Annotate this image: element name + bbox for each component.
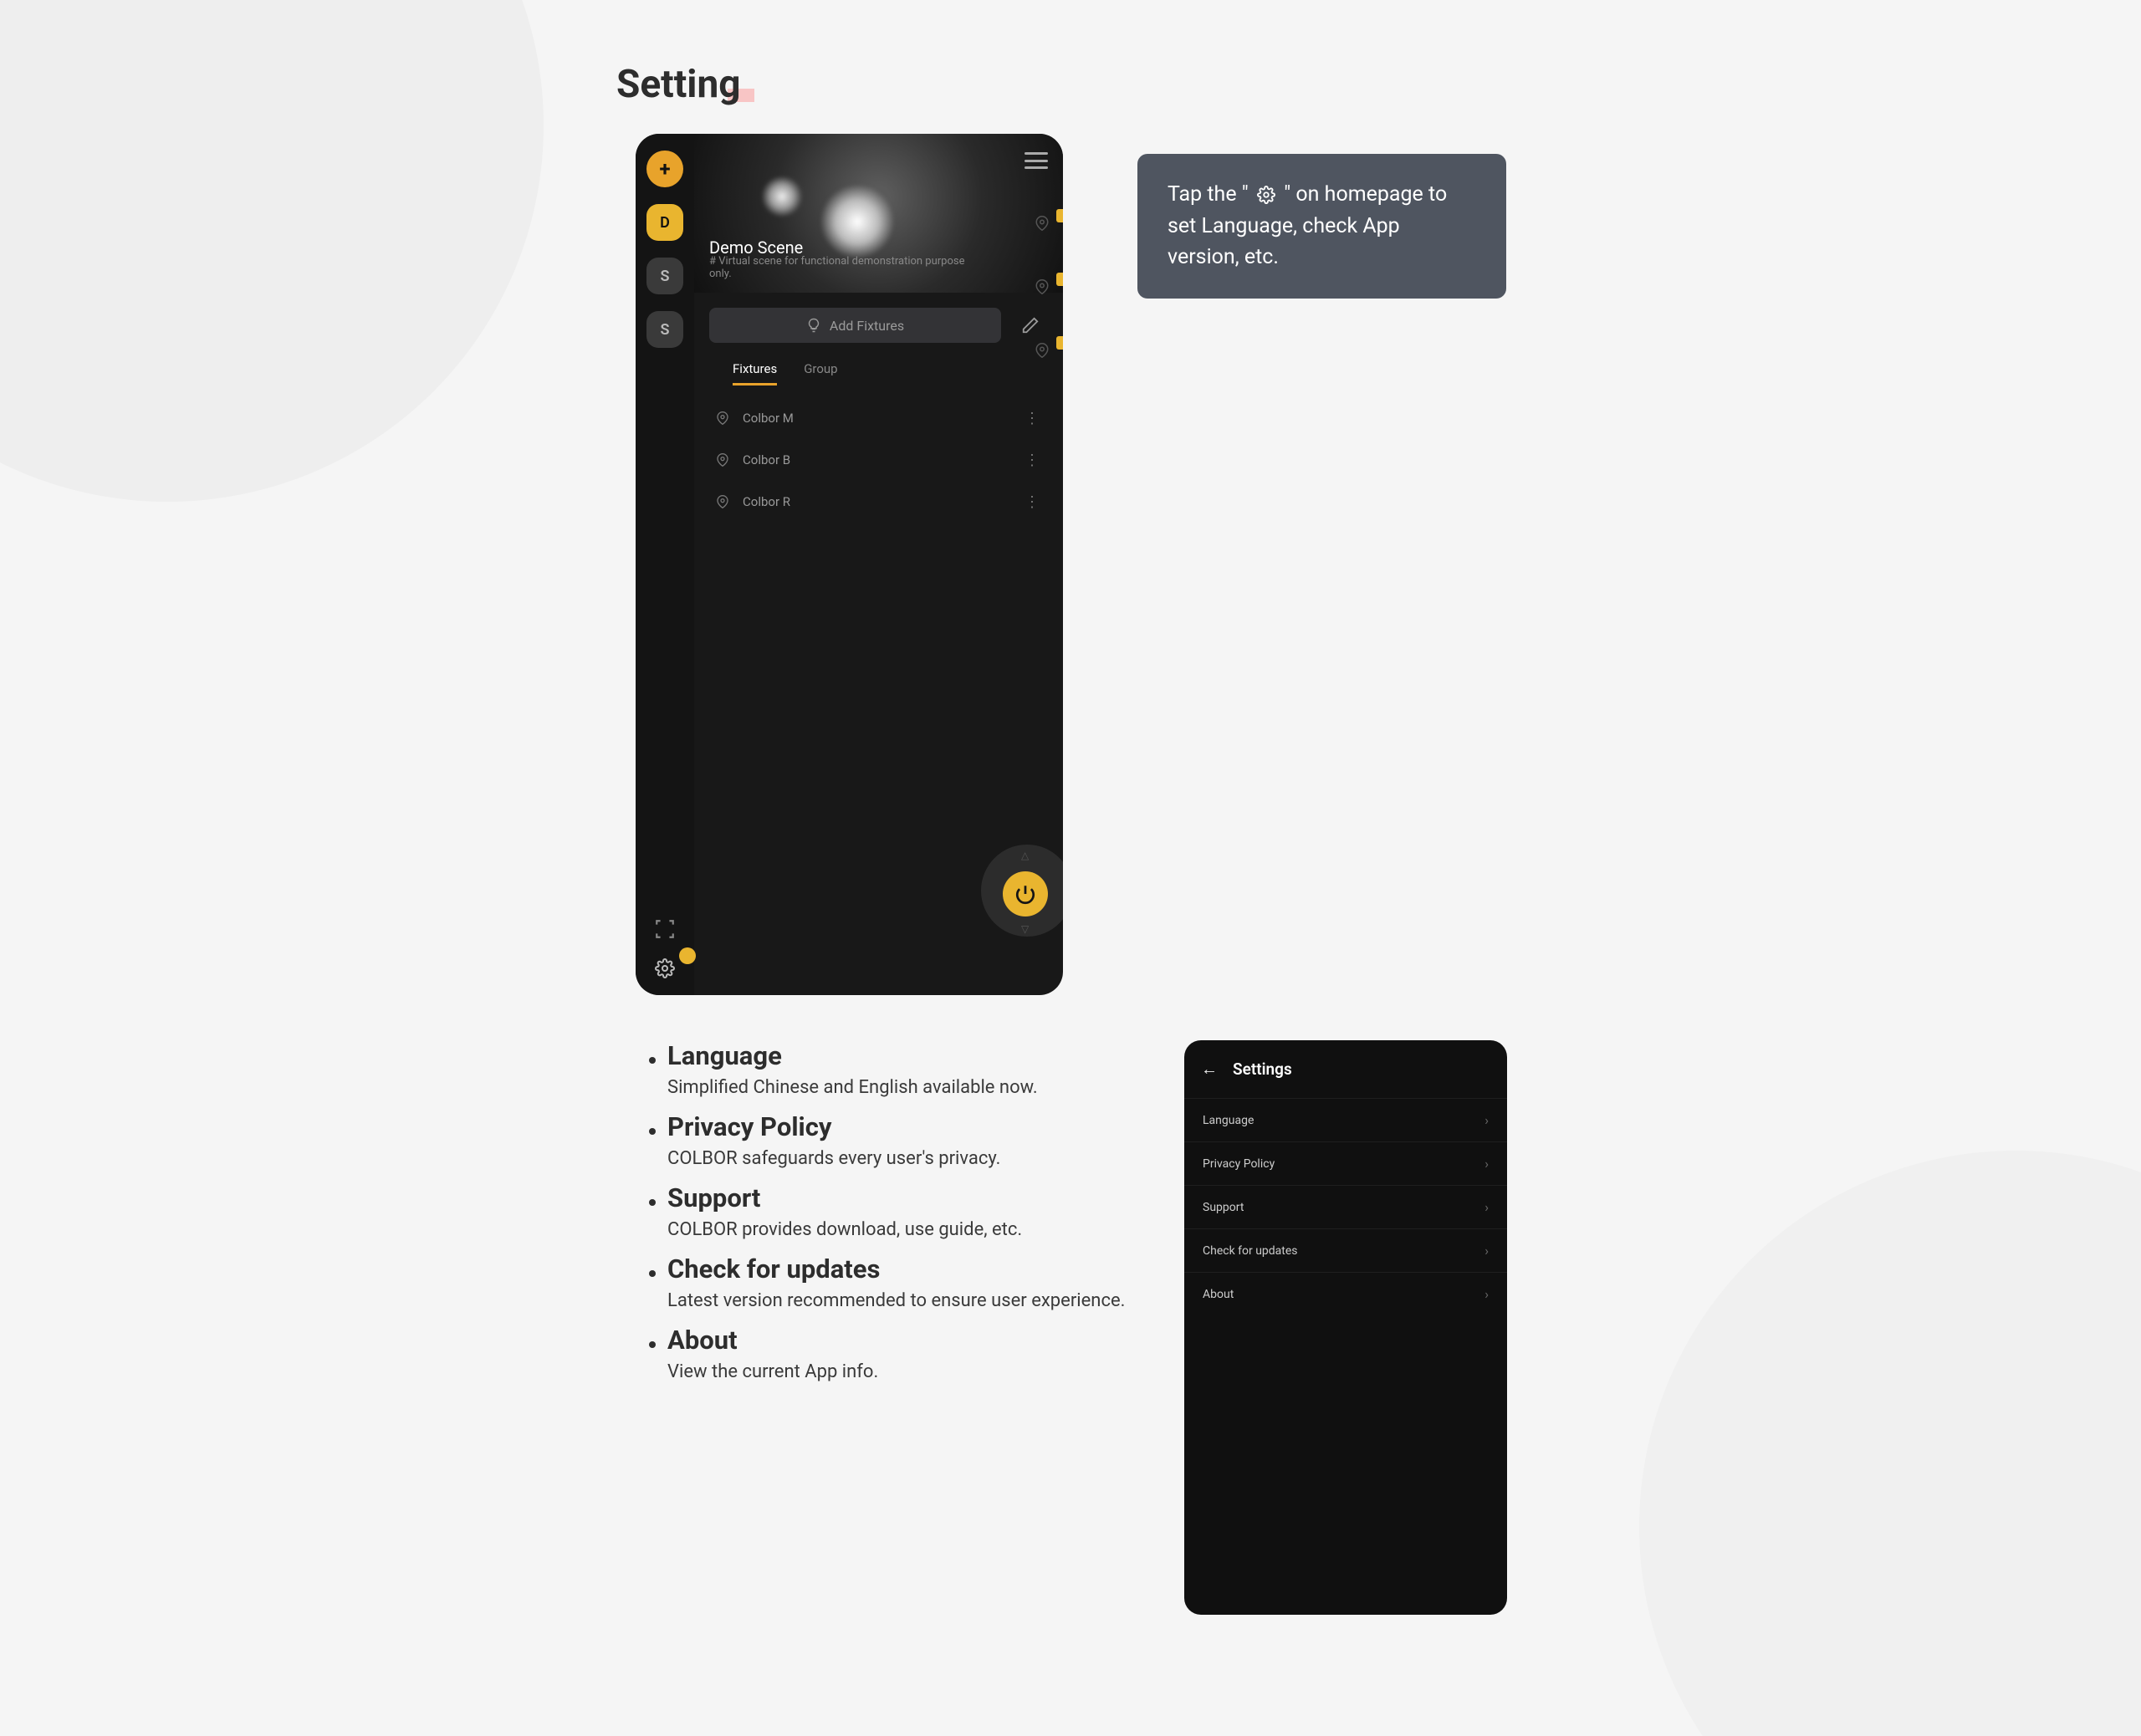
instruction-callout: Tap the " " on homepage to set Language,… (1137, 154, 1506, 299)
chevron-right-icon: › (1484, 1112, 1489, 1128)
more-icon[interactable]: ⋮ (1025, 415, 1041, 422)
hamburger-icon[interactable] (1025, 152, 1048, 169)
fixture-name: Colbor B (743, 452, 790, 467)
tabs: Fixtures Group (694, 343, 1063, 385)
highlight-dot (679, 947, 696, 964)
bullet-desc: View the current App info. (667, 1359, 878, 1386)
tab-fixtures[interactable]: Fixtures (733, 361, 777, 385)
settings-row-updates[interactable]: Check for updates › (1184, 1228, 1507, 1272)
bullet-desc: COLBOR provides download, use guide, etc… (667, 1217, 1022, 1243)
sidebar: + D S S (636, 134, 694, 995)
fixture-name: Colbor R (743, 494, 790, 509)
list-item[interactable]: Colbor B ⋮ (711, 439, 1046, 481)
settings-header: ← Settings (1184, 1040, 1507, 1098)
bullet-desc: COLBOR safeguards every user's privacy. (667, 1146, 1000, 1172)
bg-decoration (0, 0, 544, 502)
chevron-right-icon: › (1484, 1243, 1489, 1259)
scene-badge-s[interactable]: S (646, 258, 683, 294)
bullet-about: About View the current App info. (649, 1325, 1152, 1386)
row-label: Check for updates (1203, 1244, 1298, 1258)
chevron-right-icon: › (1484, 1286, 1489, 1302)
add-button[interactable]: + (646, 151, 683, 187)
row-label: Language (1203, 1114, 1254, 1127)
row-label: Privacy Policy (1203, 1157, 1275, 1171)
bulb-icon (806, 318, 821, 333)
right-pins (1035, 216, 1050, 358)
fixture-name: Colbor M (743, 411, 794, 426)
scene-subtitle: # Virtual scene for functional demonstra… (709, 255, 968, 281)
bullet-support: Support COLBOR provides download, use gu… (649, 1182, 1152, 1243)
phone-settings: ← Settings Language › Privacy Policy › S… (1184, 1040, 1507, 1615)
settings-row-privacy[interactable]: Privacy Policy › (1184, 1141, 1507, 1185)
gear-icon (1257, 186, 1275, 204)
settings-row-about[interactable]: About › (1184, 1272, 1507, 1315)
bullet-title: Support (667, 1182, 1022, 1213)
bullet-desc: Simplified Chinese and English available… (667, 1075, 1038, 1101)
row-label: Support (1203, 1201, 1244, 1214)
gear-icon[interactable] (655, 958, 675, 978)
pin-icon (716, 453, 729, 467)
more-icon[interactable]: ⋮ (1025, 498, 1041, 506)
bullet-privacy: Privacy Policy COLBOR safeguards every u… (649, 1111, 1152, 1172)
bullet-updates: Check for updates Latest version recomme… (649, 1253, 1152, 1315)
power-button[interactable]: △ ▽ (981, 845, 1063, 937)
callout-pre: Tap the " (1168, 182, 1249, 207)
bg-decoration (1639, 1151, 2141, 1736)
more-icon[interactable]: ⋮ (1025, 457, 1041, 464)
chevron-right-icon: › (1484, 1199, 1489, 1215)
scan-icon[interactable] (654, 918, 676, 940)
fixture-list: Colbor M ⋮ Colbor B ⋮ Colbor R ⋮ (694, 385, 1063, 534)
scene-badge-d[interactable]: D (646, 204, 683, 241)
add-fixtures-button[interactable]: Add Fixtures (709, 308, 1001, 343)
pin-icon (716, 495, 729, 508)
settings-row-language[interactable]: Language › (1184, 1098, 1507, 1141)
bullet-title: Language (667, 1040, 1038, 1071)
phone-homepage: + D S S Demo Scene # Virtual scene for f… (636, 134, 1063, 995)
bullet-title: About (667, 1325, 878, 1356)
list-item[interactable]: Colbor M ⋮ (711, 397, 1046, 439)
row-label: About (1203, 1288, 1234, 1301)
page-title: Setting (616, 62, 741, 107)
bullet-title: Check for updates (667, 1253, 1125, 1284)
scene-hero: Demo Scene # Virtual scene for functiona… (694, 134, 1063, 293)
pin-icon (716, 411, 729, 425)
back-icon[interactable]: ← (1201, 1059, 1218, 1080)
bullet-language: Language Simplified Chinese and English … (649, 1040, 1152, 1101)
scene-badge-s[interactable]: S (646, 311, 683, 348)
settings-descriptions: Language Simplified Chinese and English … (649, 1040, 1152, 1395)
chevron-right-icon: › (1484, 1156, 1489, 1172)
settings-title: Settings (1233, 1059, 1292, 1079)
list-item[interactable]: Colbor R ⋮ (711, 481, 1046, 523)
bullet-title: Privacy Policy (667, 1111, 1000, 1142)
add-fixtures-label: Add Fixtures (830, 318, 904, 334)
settings-row-support[interactable]: Support › (1184, 1185, 1507, 1228)
bullet-desc: Latest version recommended to ensure use… (667, 1288, 1125, 1315)
tab-group[interactable]: Group (804, 361, 837, 385)
right-marks (1056, 209, 1063, 350)
